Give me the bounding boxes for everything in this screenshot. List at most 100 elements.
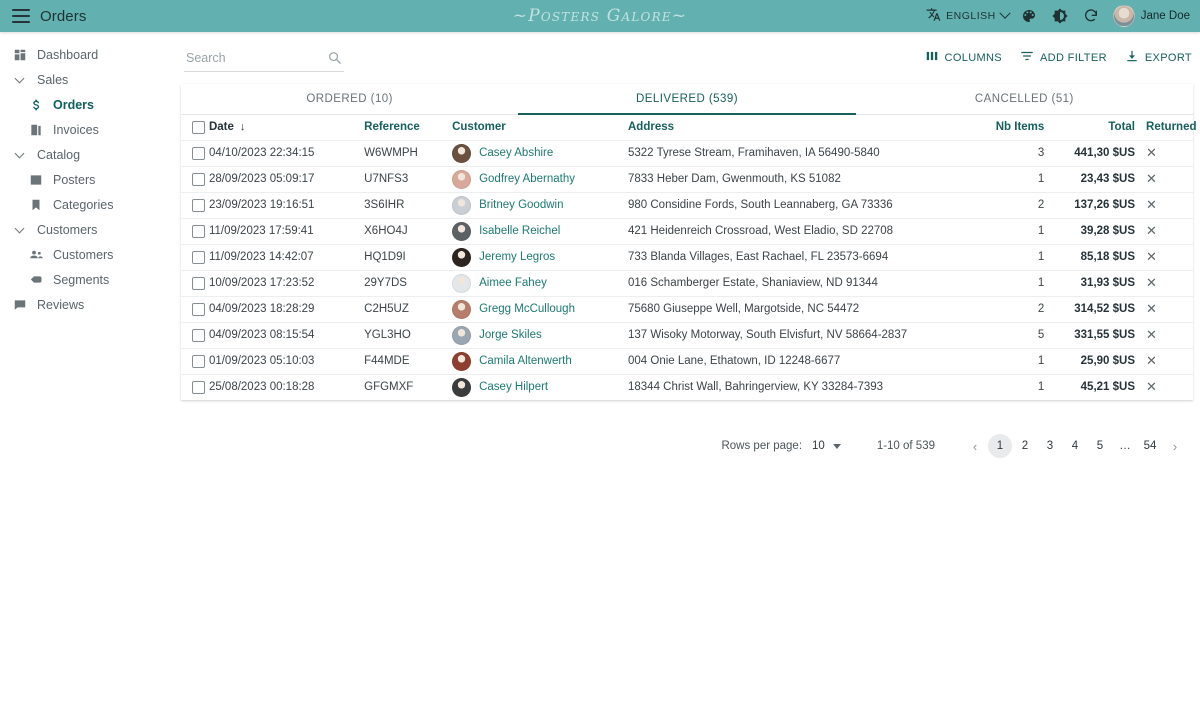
column-header-customer[interactable]: Customer: [452, 115, 628, 140]
add-filter-button[interactable]: ADD FILTER: [1020, 49, 1107, 68]
next-page-button[interactable]: ›: [1163, 434, 1187, 458]
sidebar-item-posters[interactable]: Posters: [0, 167, 180, 192]
row-select-cell: [181, 192, 209, 218]
table-row[interactable]: 11/09/2023 14:42:07HQ1D9IJeremy Legros73…: [181, 244, 1193, 270]
cell-address: 980 Considine Fords, South Leannaberg, G…: [628, 192, 980, 218]
row-checkbox[interactable]: [192, 277, 205, 290]
language-selector[interactable]: ENGLISH: [926, 8, 1009, 25]
close-icon[interactable]: ✕: [1146, 223, 1157, 238]
search-icon[interactable]: [327, 50, 342, 70]
page-button-5[interactable]: 5: [1088, 434, 1112, 458]
close-icon[interactable]: ✕: [1146, 353, 1157, 368]
main-content: COLUMNS ADD FILTER EXPORT ORDERED (10) D…: [180, 32, 1200, 718]
rows-per-page-select[interactable]: 10: [812, 440, 841, 452]
cell-nb-items: 1: [980, 348, 1055, 374]
hamburger-icon[interactable]: [12, 9, 30, 23]
sidebar-item-reviews[interactable]: Reviews: [0, 292, 180, 317]
sidebar-group-customers[interactable]: Customers: [0, 217, 180, 242]
table-row[interactable]: 23/09/2023 19:16:513S6IHRBritney Goodwin…: [181, 192, 1193, 218]
page-button-3[interactable]: 3: [1038, 434, 1062, 458]
customer-link[interactable]: Camila Altenwerth: [479, 355, 572, 367]
column-header-total[interactable]: Total: [1054, 115, 1135, 140]
table-row[interactable]: 11/09/2023 17:59:41X6HO4JIsabelle Reiche…: [181, 218, 1193, 244]
avatar: [452, 196, 471, 215]
tab-ordered[interactable]: ORDERED (10): [181, 84, 518, 114]
row-checkbox[interactable]: [192, 329, 205, 342]
customer-link[interactable]: Casey Hilpert: [479, 381, 548, 393]
table-row[interactable]: 10/09/2023 17:23:5229Y7DSAimee Fahey016 …: [181, 270, 1193, 296]
sidebar-item-categories[interactable]: Categories: [0, 192, 180, 217]
row-checkbox[interactable]: [192, 147, 205, 160]
row-checkbox[interactable]: [192, 251, 205, 264]
table-row[interactable]: 04/09/2023 18:28:29C2H5UZGregg McCulloug…: [181, 296, 1193, 322]
cell-returned: ✕: [1135, 348, 1193, 374]
customer-link[interactable]: Jeremy Legros: [479, 251, 555, 263]
sidebar-item-orders[interactable]: Orders: [0, 92, 180, 117]
page-button-54[interactable]: 54: [1138, 434, 1162, 458]
sidebar-group-sales[interactable]: Sales: [0, 67, 180, 92]
palette-icon[interactable]: [1018, 5, 1040, 27]
search-field[interactable]: [184, 45, 344, 72]
customer-link[interactable]: Casey Abshire: [479, 147, 553, 159]
customer-link[interactable]: Gregg McCullough: [479, 303, 575, 315]
list-actions: COLUMNS ADD FILTER EXPORT: [925, 49, 1200, 68]
cell-total: 45,21 $US: [1054, 374, 1135, 400]
table-row[interactable]: 28/09/2023 05:09:17U7NFS3Godfrey Abernat…: [181, 166, 1193, 192]
close-icon[interactable]: ✕: [1146, 275, 1157, 290]
close-icon[interactable]: ✕: [1146, 197, 1157, 212]
user-menu[interactable]: Jane Doe: [1111, 5, 1190, 27]
cell-returned: ✕: [1135, 218, 1193, 244]
sidebar-item-segments[interactable]: Segments: [0, 267, 180, 292]
page-button-2[interactable]: 2: [1013, 434, 1037, 458]
cell-date: 11/09/2023 14:42:07: [209, 244, 364, 270]
close-icon[interactable]: ✕: [1146, 379, 1157, 394]
select-all-checkbox[interactable]: [192, 121, 205, 134]
row-checkbox[interactable]: [192, 303, 205, 316]
close-icon[interactable]: ✕: [1146, 171, 1157, 186]
customer-link[interactable]: Isabelle Reichel: [479, 225, 560, 237]
avatar: [452, 248, 471, 267]
column-header-nb-items[interactable]: Nb Items: [980, 115, 1055, 140]
sidebar-item-dashboard[interactable]: Dashboard: [0, 42, 180, 67]
search-input[interactable]: [184, 51, 314, 65]
table-row[interactable]: 25/08/2023 00:18:28GFGMXFCasey Hilpert18…: [181, 374, 1193, 400]
tab-delivered[interactable]: DELIVERED (539): [518, 84, 855, 114]
row-checkbox[interactable]: [192, 225, 205, 238]
customer-link[interactable]: Aimee Fahey: [479, 277, 547, 289]
table-row[interactable]: 01/09/2023 05:10:03F44MDECamila Altenwer…: [181, 348, 1193, 374]
sidebar-group-catalog[interactable]: Catalog: [0, 142, 180, 167]
column-header-returned[interactable]: Returned: [1135, 115, 1193, 140]
close-icon[interactable]: ✕: [1146, 145, 1157, 160]
row-checkbox[interactable]: [192, 355, 205, 368]
customer-link[interactable]: Britney Goodwin: [479, 199, 563, 211]
sidebar-item-customers[interactable]: Customers: [0, 242, 180, 267]
prev-page-button[interactable]: ‹: [963, 434, 987, 458]
cell-reference: 3S6IHR: [364, 192, 452, 218]
page-button-1[interactable]: 1: [988, 434, 1012, 458]
cell-address: 5322 Tyrese Stream, Framihaven, IA 56490…: [628, 140, 980, 166]
customer-link[interactable]: Godfrey Abernathy: [479, 173, 575, 185]
export-button[interactable]: EXPORT: [1125, 49, 1192, 68]
brightness-icon[interactable]: [1049, 5, 1071, 27]
row-checkbox[interactable]: [192, 173, 205, 186]
cell-customer: Gregg McCullough: [452, 296, 628, 322]
table-row[interactable]: 04/09/2023 08:15:54YGL3HOJorge Skiles137…: [181, 322, 1193, 348]
column-header-reference[interactable]: Reference: [364, 115, 452, 140]
row-checkbox[interactable]: [192, 199, 205, 212]
sidebar-item-invoices[interactable]: Invoices: [0, 117, 180, 142]
column-header-address[interactable]: Address: [628, 115, 980, 140]
row-checkbox[interactable]: [192, 381, 205, 394]
page-button-4[interactable]: 4: [1063, 434, 1087, 458]
customer-link[interactable]: Jorge Skiles: [479, 329, 542, 341]
cell-customer: Jorge Skiles: [452, 322, 628, 348]
table-row[interactable]: 04/10/2023 22:34:15W6WMPHCasey Abshire53…: [181, 140, 1193, 166]
cell-customer: Camila Altenwerth: [452, 348, 628, 374]
columns-button[interactable]: COLUMNS: [925, 49, 1002, 68]
cell-customer: Britney Goodwin: [452, 192, 628, 218]
close-icon[interactable]: ✕: [1146, 249, 1157, 264]
tab-cancelled[interactable]: CANCELLED (51): [856, 84, 1193, 114]
close-icon[interactable]: ✕: [1146, 301, 1157, 316]
refresh-icon[interactable]: [1080, 5, 1102, 27]
column-header-date[interactable]: Date↓: [209, 115, 364, 140]
close-icon[interactable]: ✕: [1146, 327, 1157, 342]
